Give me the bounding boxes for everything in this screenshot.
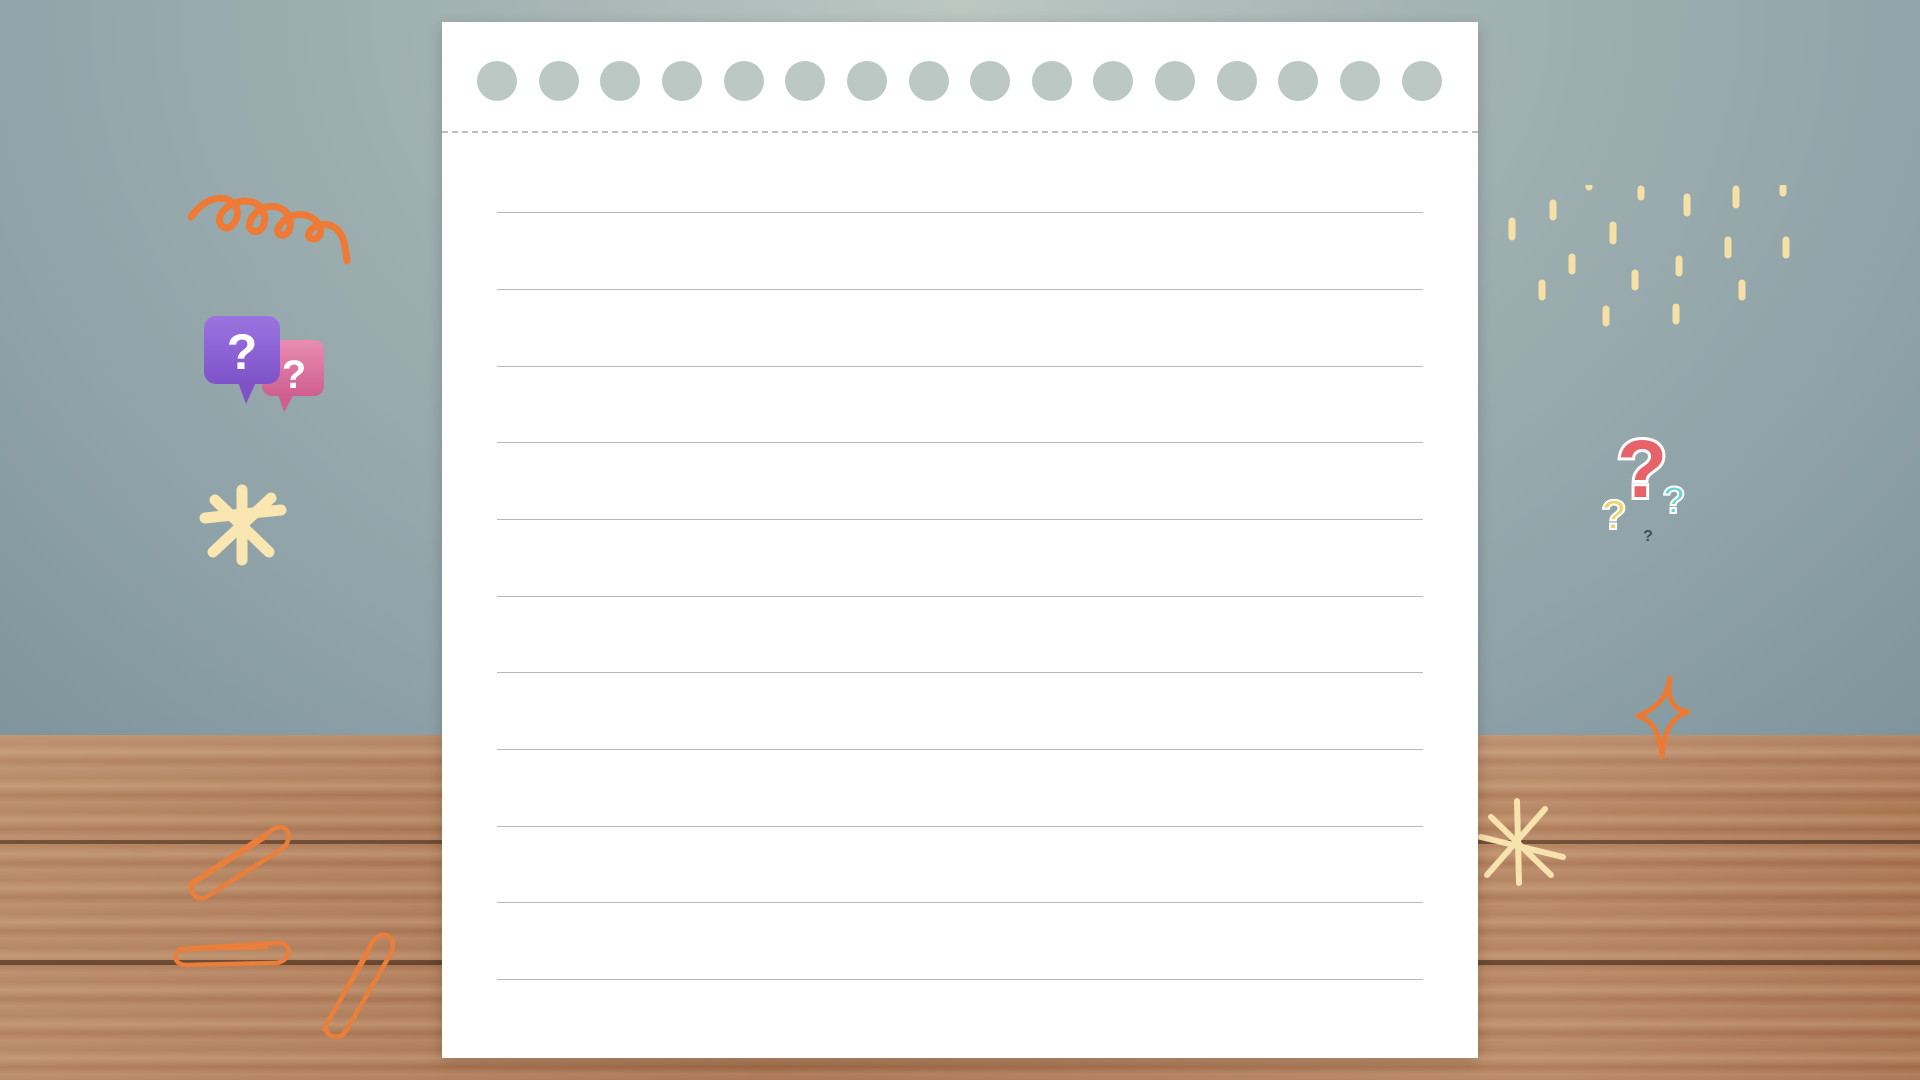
binding-hole	[785, 61, 825, 101]
question-speech-bubbles-icon: ? ?	[204, 316, 324, 412]
binding-hole	[1217, 61, 1257, 101]
ruled-line	[497, 519, 1423, 520]
ruled-line	[497, 289, 1423, 290]
binding-holes	[442, 22, 1478, 132]
paperclip-icon	[321, 932, 395, 1040]
asterisk-star-icon	[199, 484, 287, 566]
ruled-line	[497, 826, 1423, 827]
binding-hole	[847, 61, 887, 101]
binding-hole	[477, 61, 517, 101]
binding-hole	[970, 61, 1010, 101]
ruled-line	[497, 596, 1423, 597]
asterisk-star-icon	[1478, 798, 1566, 886]
bubble-question-mark-big: ?	[227, 324, 258, 380]
sparkle-diamond-icon	[1635, 675, 1691, 759]
paperclip-icon	[187, 825, 291, 901]
binding-hole	[909, 61, 949, 101]
ruled-line	[497, 902, 1423, 903]
dash-rain-doodle-icon	[1508, 185, 1790, 327]
binding-hole	[662, 61, 702, 101]
ruled-line	[497, 442, 1423, 443]
binding-hole	[1093, 61, 1133, 101]
background-scene: ? ? ? ? ? ? ?	[0, 0, 1920, 1080]
ruled-line	[497, 749, 1423, 750]
binding-hole	[600, 61, 640, 101]
ruled-line	[497, 672, 1423, 673]
question-mark-small: ?	[1643, 528, 1653, 545]
binding-hole	[1340, 61, 1380, 101]
ruled-line	[497, 979, 1423, 980]
binding-hole	[724, 61, 764, 101]
binding-hole	[1278, 61, 1318, 101]
binding-hole	[1032, 61, 1072, 101]
binding-hole	[1155, 61, 1195, 101]
paperclip-icon	[173, 940, 291, 968]
question-mark-yellow: ?	[1601, 491, 1627, 538]
ruled-line	[497, 366, 1423, 367]
binding-hole	[539, 61, 579, 101]
bubble-question-mark-small: ?	[282, 353, 306, 397]
perforation-line	[442, 131, 1478, 133]
question-mark-teal: ?	[1662, 480, 1685, 522]
binding-hole	[1402, 61, 1442, 101]
question-marks-icon: ? ? ? ? ?	[1600, 425, 1686, 545]
ruled-line	[497, 212, 1423, 213]
squiggle-doodle-icon	[187, 194, 351, 265]
notebook-paper	[442, 22, 1478, 1058]
